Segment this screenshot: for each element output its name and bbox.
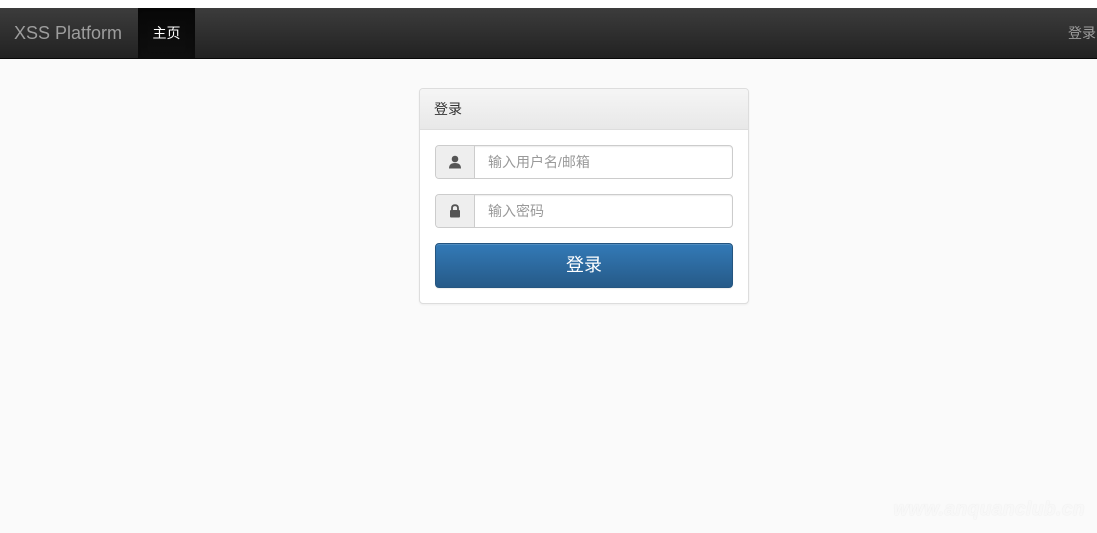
watermark: www.anquanclub.cn: [893, 499, 1085, 520]
top-strip: [0, 0, 1097, 8]
lock-icon: [436, 195, 475, 227]
login-panel-title: 登录: [420, 89, 748, 130]
user-icon: [436, 146, 475, 178]
brand-link[interactable]: XSS Platform: [14, 8, 122, 58]
password-input[interactable]: [476, 195, 732, 227]
login-button[interactable]: 登录: [435, 243, 733, 288]
nav-login-link[interactable]: 登录: [1068, 8, 1097, 58]
navbar: XSS Platform 主页 登录: [0, 8, 1097, 59]
nav-home-link[interactable]: 主页: [138, 8, 195, 58]
username-input[interactable]: [476, 146, 732, 178]
password-input-group: [435, 194, 733, 228]
username-input-group: [435, 145, 733, 179]
login-panel: 登录 登录: [419, 88, 749, 304]
